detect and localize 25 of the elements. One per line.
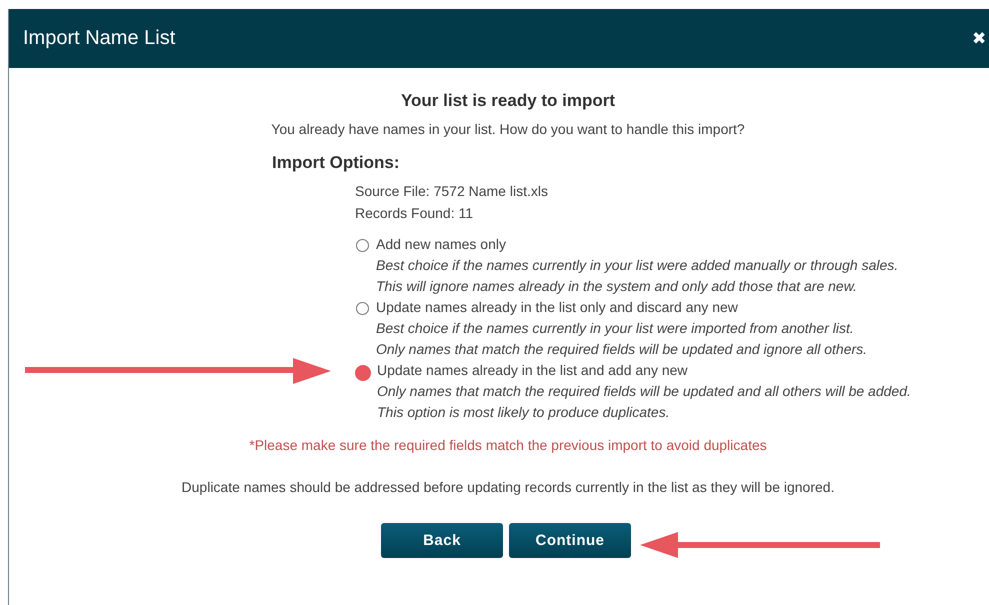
file-info-text: Source File: 7572 Name list.xls — [355, 182, 549, 201]
option-description: This option is most likely to produce duplicates. — [377, 403, 670, 422]
back-button[interactable]: Back — [381, 523, 503, 558]
option-label[interactable]: Add new names only — [376, 234, 506, 255]
option-description: Best choice if the names currently in your list were added manually or through sales. — [376, 256, 898, 275]
continue-button[interactable]: Continue — [509, 523, 631, 558]
dialog-heading: Your list is ready to import — [400, 91, 616, 111]
intro-text: You already have names in your list. How do you want to handle this import? — [270, 121, 746, 137]
note-text: Duplicate names should be addressed before updating records currently in the list as they will be ignored. — [180, 479, 836, 495]
option-label[interactable]: Update names already in the list and add any new — [377, 360, 688, 381]
file-info-text: Records Found: 11 — [355, 204, 474, 223]
warning-text: *Please make sure the required fields match the previous import to avoid duplicates — [248, 437, 768, 453]
radio-button[interactable] — [356, 239, 369, 252]
radio-button[interactable] — [355, 365, 371, 381]
options-heading: Import Options: — [272, 153, 400, 173]
close-button[interactable]: ✖ — [972, 28, 986, 49]
option-description: Best choice if the names currently in your list were imported from another list. — [376, 319, 854, 338]
option-label[interactable]: Update names already in the list only and discard any new — [376, 297, 738, 318]
option-description: Only names that match the required fields will be updated and ignore all others. — [376, 340, 868, 359]
radio-button[interactable] — [356, 302, 369, 315]
dialog-title: Import Name List — [23, 27, 176, 50]
arrow-icon — [25, 356, 331, 386]
arrow-icon — [640, 530, 880, 560]
option-description: Only names that match the required fields will be updated and all others will be added. — [377, 382, 911, 401]
option-description: This will ignore names already in the system and only add those that are new. — [376, 277, 857, 296]
